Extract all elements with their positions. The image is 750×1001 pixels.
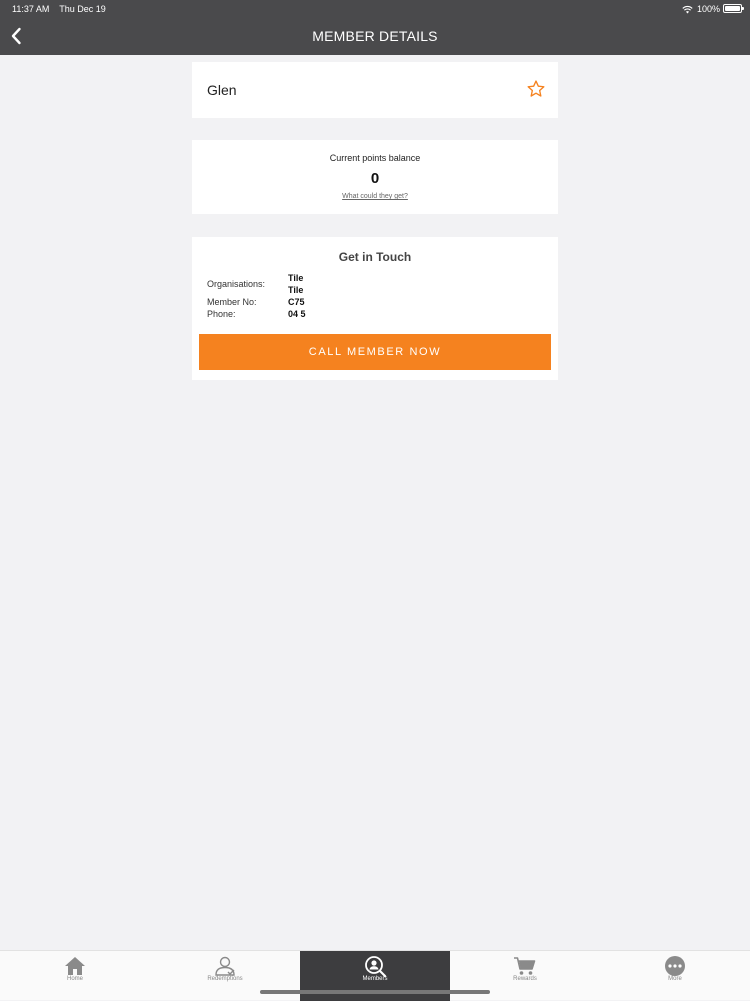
tab-home-label: Home — [66, 976, 83, 982]
organisations-label: Organisations: — [207, 279, 266, 289]
member-name-card: Glen — [192, 62, 558, 118]
member-no-value: C75 — [288, 297, 305, 307]
status-indicators: 100% — [682, 4, 720, 14]
points-card: Current points balance 0 What could they… — [192, 140, 558, 214]
get-in-touch-title: Get in Touch — [338, 250, 412, 264]
nav-header: 11:37 AM Thu Dec 19 100% MEMBER DETAILS — [0, 0, 750, 55]
points-balance-value: 0 — [370, 170, 380, 187]
favourite-button[interactable] — [526, 79, 546, 99]
status-time: 11:37 AM Thu Dec 19 — [12, 4, 106, 14]
tab-redemptions-label: Redemptions — [207, 976, 243, 982]
tab-more[interactable]: More — [600, 951, 750, 1001]
organisation-value-2: Tile — [288, 285, 304, 295]
home-icon — [65, 957, 85, 975]
member-no-label: Member No: — [207, 297, 257, 307]
organisation-value-1: Tile — [288, 273, 304, 283]
phone-label: Phone: — [207, 309, 236, 319]
status-clock: 11:37 AM — [12, 4, 50, 14]
more-icon — [665, 956, 685, 976]
member-search-icon — [365, 956, 387, 977]
tab-members-label: Members — [362, 976, 388, 982]
star-icon — [527, 80, 545, 97]
tab-more-label: More — [668, 976, 682, 982]
battery-percent: 100% — [696, 4, 720, 14]
tab-home[interactable]: Home — [0, 951, 150, 1001]
user-icon — [215, 956, 235, 976]
wifi-icon — [682, 5, 693, 13]
tab-rewards-label: Rewards — [513, 976, 537, 982]
status-date: Thu Dec 19 — [59, 4, 106, 14]
cart-icon — [514, 957, 536, 975]
battery-icon — [723, 4, 744, 13]
get-in-touch-card: Get in Touch Organisations: Tile Tile Me… — [192, 237, 558, 380]
points-balance-label: Current points balance — [329, 153, 421, 163]
call-member-button[interactable]: CALL MEMBER NOW — [199, 334, 551, 370]
home-indicator — [260, 990, 490, 994]
what-could-they-get-link[interactable]: What could they get? — [192, 193, 558, 200]
battery-level — [725, 6, 740, 11]
phone-value: 04 5 — [288, 309, 306, 319]
status-bar: 11:37 AM Thu Dec 19 100% — [0, 0, 750, 18]
page-title: MEMBER DETAILS — [312, 28, 438, 44]
member-name: Glen — [207, 82, 237, 98]
